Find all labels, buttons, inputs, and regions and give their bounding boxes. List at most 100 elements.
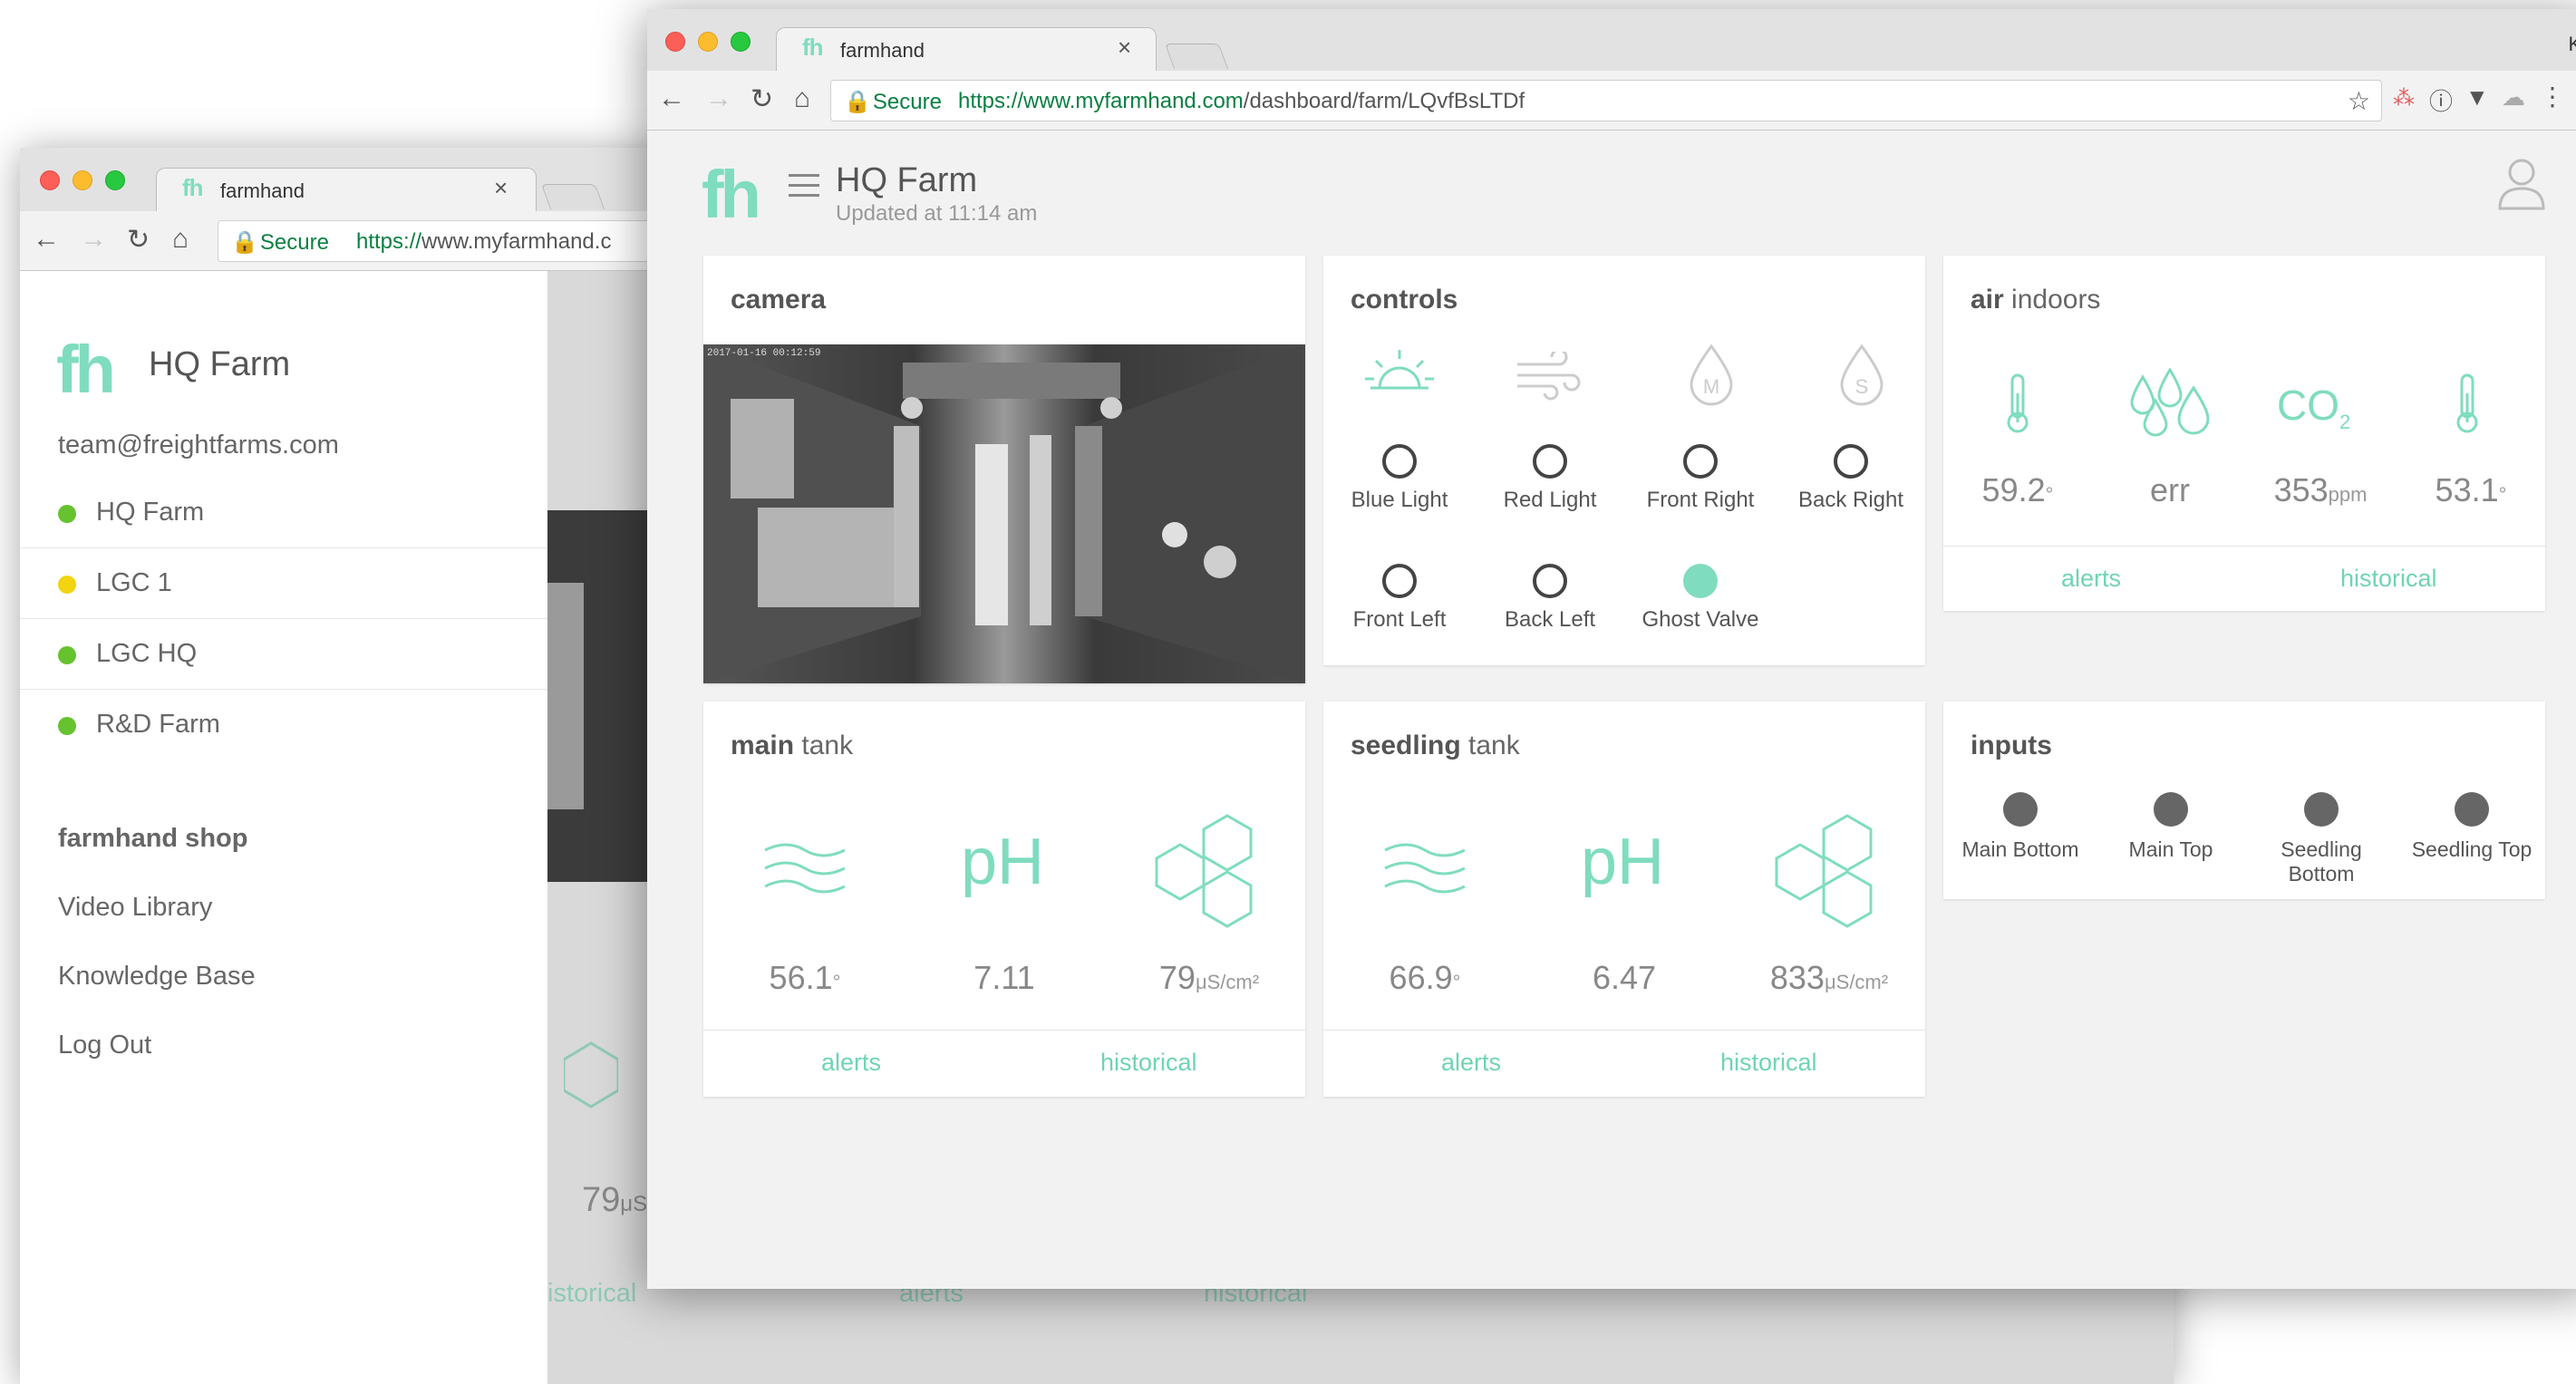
- historical-link[interactable]: historical: [1720, 1049, 1817, 1077]
- control-red-light[interactable]: Red Light: [1482, 444, 1618, 513]
- address-bar[interactable]: 🔒 Secure https://www.myfarmhand.c: [218, 220, 671, 262]
- browser-tab[interactable]: fh farmhand ×: [776, 27, 1157, 71]
- new-tab-button[interactable]: [1164, 44, 1229, 69]
- ph-value: 7.11: [973, 959, 1035, 996]
- tab-title: farmhand: [840, 39, 925, 62]
- control-front-right[interactable]: Front Right: [1632, 444, 1768, 513]
- drop-letter: M: [1703, 375, 1719, 398]
- reload-icon[interactable]: ↻: [127, 224, 150, 256]
- control-back-left[interactable]: Back Left: [1482, 564, 1618, 633]
- app-logo[interactable]: fh: [702, 156, 761, 233]
- tab-close-icon[interactable]: ×: [494, 174, 508, 202]
- toggle-ring[interactable]: [1382, 564, 1417, 598]
- air-temp-value-2: 53.1°: [2435, 471, 2507, 508]
- camera-feed-image[interactable]: 2017-01-16 00:12:59: [703, 344, 1305, 683]
- card-footer: alerts historical: [703, 1030, 1305, 1095]
- status-dot: [58, 717, 76, 735]
- control-front-left[interactable]: Front Left: [1332, 564, 1467, 633]
- home-icon[interactable]: ⌂: [172, 224, 189, 255]
- info-extension-icon[interactable]: ⓘ: [2429, 83, 2453, 117]
- farm-list-item[interactable]: LGC 1: [20, 548, 547, 619]
- url-text: https://www.myfarmhand.c: [356, 229, 612, 254]
- zoom-window-button[interactable]: [105, 170, 125, 190]
- cloud-extension-icon[interactable]: ☁: [2502, 83, 2525, 111]
- toggle-ring[interactable]: [1834, 444, 1868, 479]
- farm-list-item[interactable]: LGC HQ: [20, 619, 547, 690]
- secure-label: 🔒 Secure: [231, 230, 329, 255]
- close-window-button[interactable]: [665, 32, 685, 52]
- tab-close-icon[interactable]: ×: [1118, 34, 1131, 62]
- zoom-window-button[interactable]: [731, 32, 751, 52]
- toggle-ring[interactable]: [1382, 444, 1417, 479]
- input-label: Seedling Bottom: [2281, 837, 2362, 886]
- historical-link[interactable]: historical: [2340, 565, 2437, 593]
- seedling-tank-card: seedling tank pH 66.9° 6.47 833μS/cm² al…: [1323, 702, 1925, 1097]
- log-out-link[interactable]: Log Out: [58, 1031, 151, 1060]
- url-text: https://www.myfarmhand.com/dashboard/far…: [958, 89, 1525, 113]
- home-icon[interactable]: ⌂: [794, 83, 810, 114]
- hamburger-menu-icon[interactable]: [789, 174, 819, 199]
- toggle-ring-on[interactable]: [1683, 564, 1718, 598]
- back-arrow-icon[interactable]: ←: [658, 83, 685, 114]
- reload-icon[interactable]: ↻: [751, 83, 773, 115]
- forward-arrow-icon[interactable]: →: [705, 83, 732, 114]
- browser-toolbar: ← → ↻ ⌂ 🔒 Secure https://www.myfarmhand.…: [647, 71, 2576, 131]
- water-temp-value: 66.9°: [1389, 959, 1461, 996]
- input-seedling-bottom: Seedling Bottom: [2244, 792, 2398, 886]
- new-tab-button[interactable]: [540, 184, 605, 209]
- card-title: main tank: [731, 731, 854, 760]
- window-controls: [40, 170, 125, 190]
- farm-list-item[interactable]: R&D Farm: [20, 690, 547, 760]
- wind-icon: [1517, 352, 1581, 401]
- user-account-icon[interactable]: [2496, 156, 2547, 210]
- thermometer-icon: [2456, 373, 2478, 433]
- address-bar[interactable]: 🔒 Secure https://www.myfarmhand.com/dash…: [830, 80, 2382, 121]
- thermometer-icon: [2007, 373, 2029, 433]
- close-window-button[interactable]: [40, 170, 60, 190]
- farm-list-item[interactable]: HQ Farm: [20, 478, 547, 548]
- extension-icon[interactable]: ⁂: [2393, 85, 2415, 111]
- input-status-dot: [2154, 792, 2188, 827]
- profile-name[interactable]: Kyl: [2568, 33, 2576, 56]
- control-ghost-valve[interactable]: Ghost Valve: [1632, 564, 1768, 633]
- pocket-extension-icon[interactable]: ▼: [2465, 83, 2489, 111]
- ph-icon: pH: [961, 826, 1045, 898]
- dimmed-value: 79μS: [582, 1181, 648, 1219]
- sidebar-email: team@freightfarms.com: [58, 431, 339, 460]
- knowledge-base-link[interactable]: Knowledge Base: [58, 962, 256, 992]
- browser-menu-icon[interactable]: ⋮: [2540, 82, 2565, 111]
- hexagon-icon: [1155, 814, 1253, 928]
- toggle-ring[interactable]: [1683, 444, 1718, 479]
- historical-link[interactable]: historical: [1100, 1049, 1197, 1077]
- drop-m-icon: M: [1690, 344, 1733, 406]
- video-library-link[interactable]: Video Library: [58, 893, 212, 923]
- input-main-bottom: Main Bottom: [1943, 792, 2097, 862]
- sidebar-farm-name: HQ Farm: [149, 345, 291, 383]
- farmhand-shop-link[interactable]: farmhand shop: [58, 824, 247, 854]
- sidebar-logo[interactable]: fh: [56, 331, 116, 408]
- alerts-link[interactable]: alerts: [821, 1049, 881, 1077]
- sidebar: fh HQ Farm team@freightfarms.com HQ Farm…: [20, 271, 547, 1384]
- control-label: Back Right: [1797, 488, 1904, 512]
- secure-label: 🔒 Secure: [844, 90, 942, 114]
- forward-arrow-icon[interactable]: →: [80, 224, 107, 255]
- water-temp-icon: [764, 843, 846, 894]
- farm-label: HQ Farm: [96, 498, 205, 527]
- control-back-right[interactable]: Back Right: [1783, 444, 1919, 513]
- minimize-window-button[interactable]: [698, 32, 718, 52]
- favicon-icon: fh: [802, 34, 824, 61]
- control-label: Blue Light: [1351, 488, 1448, 512]
- browser-tab[interactable]: fh farmhand ×: [156, 168, 537, 211]
- control-blue-light[interactable]: Blue Light: [1332, 444, 1467, 513]
- toggle-ring[interactable]: [1533, 444, 1567, 479]
- sun-icon: [1365, 350, 1434, 390]
- favicon-icon: fh: [182, 174, 204, 201]
- alerts-link[interactable]: alerts: [2061, 565, 2121, 593]
- back-arrow-icon[interactable]: ←: [33, 224, 60, 255]
- bookmark-star-icon[interactable]: ☆: [2348, 86, 2370, 116]
- input-label: Seedling Top: [2411, 837, 2532, 861]
- window-controls: [665, 32, 751, 52]
- toggle-ring[interactable]: [1533, 564, 1567, 598]
- minimize-window-button[interactable]: [73, 170, 92, 190]
- alerts-link[interactable]: alerts: [1441, 1049, 1501, 1077]
